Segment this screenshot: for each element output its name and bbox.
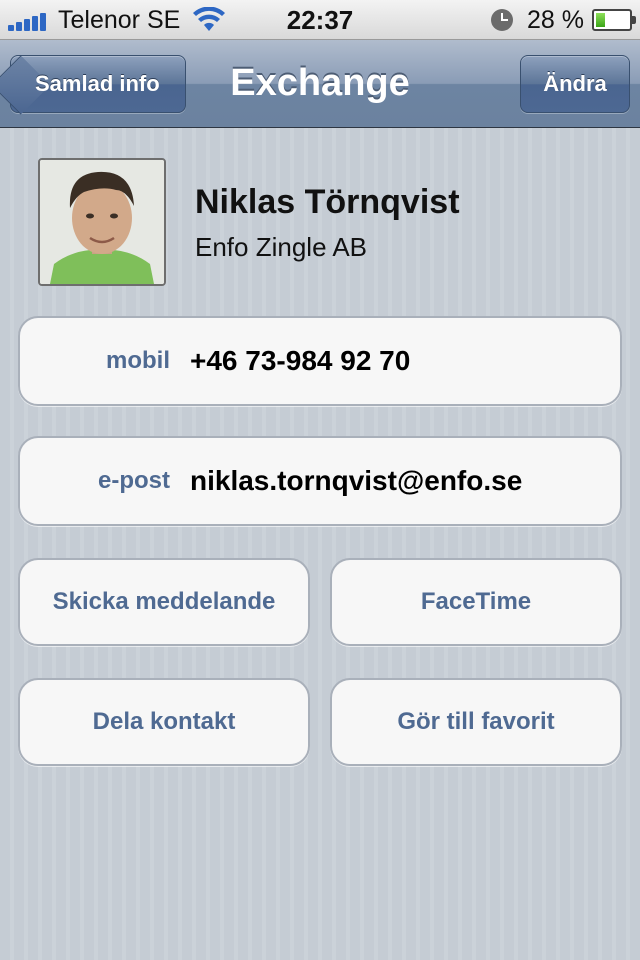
contact-photo[interactable] bbox=[38, 158, 166, 286]
navigation-bar: Exchange Samlad info Ändra bbox=[0, 40, 640, 128]
facetime-button[interactable]: FaceTime bbox=[330, 558, 622, 646]
battery-icon bbox=[592, 9, 636, 31]
phone-field-row[interactable]: mobil +46 73-984 92 70 bbox=[18, 316, 622, 406]
status-right: 28 % bbox=[491, 0, 636, 40]
email-label: e-post bbox=[98, 467, 170, 494]
back-button[interactable]: Samlad info bbox=[0, 55, 186, 115]
contact-company: Enfo Zingle AB bbox=[195, 232, 367, 262]
battery-percentage: 28 % bbox=[527, 5, 584, 34]
send-message-button[interactable]: Skicka meddelande bbox=[18, 558, 310, 646]
battery-fill bbox=[596, 13, 605, 27]
share-contact-button[interactable]: Dela kontakt bbox=[18, 678, 310, 766]
edit-button[interactable]: Ändra bbox=[520, 55, 630, 113]
add-favorite-button[interactable]: Gör till favorit bbox=[330, 678, 622, 766]
phone-value: +46 73-984 92 70 bbox=[190, 345, 411, 376]
status-bar: Telenor SE 22:37 28 % bbox=[0, 0, 640, 40]
alarm-clock-icon bbox=[491, 9, 514, 31]
back-button-label: Samlad info bbox=[35, 71, 160, 96]
person-photo-icon bbox=[40, 160, 164, 284]
contact-name: Niklas Törnqvist bbox=[195, 183, 460, 221]
email-field-row[interactable]: e-post niklas.tornqvist@enfo.se bbox=[18, 436, 622, 526]
phone-label: mobil bbox=[106, 347, 170, 374]
email-value: niklas.tornqvist@enfo.se bbox=[190, 465, 523, 496]
